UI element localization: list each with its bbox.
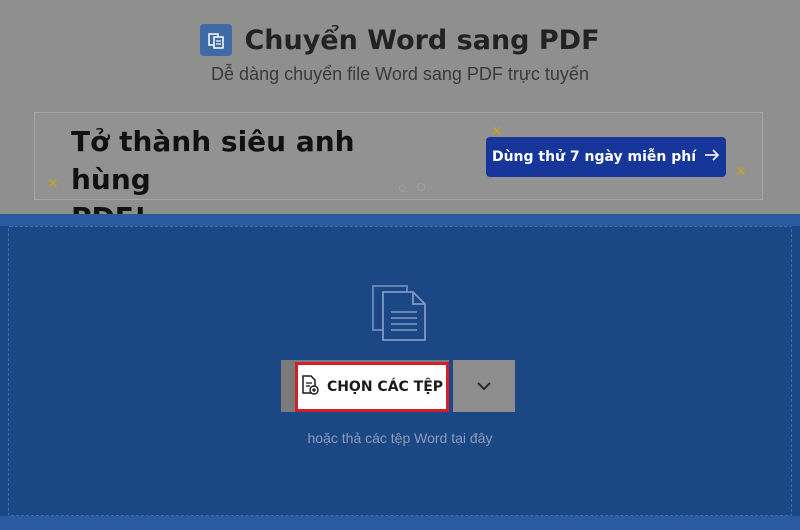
stacked-files-icon: [369, 280, 431, 349]
file-dropzone[interactable]: CHỌN CÁC TỆP hoặc thả các tệp Word tại đ…: [0, 214, 800, 530]
choose-files-label: CHỌN CÁC TỆP: [326, 379, 444, 395]
promo-headline-line1: Tở thành siêu anh hùng: [71, 125, 355, 196]
page-title: Chuyển Word sang PDF: [244, 24, 600, 56]
upload-source-dropdown[interactable]: [453, 360, 515, 412]
title-row: Chuyển Word sang PDF: [0, 24, 800, 56]
dropzone-top-border: [0, 214, 800, 226]
choose-files-highlight[interactable]: CHỌN CÁC TỆP: [295, 362, 449, 412]
drop-hint: hoặc thả các tệp Word tại đây: [307, 430, 493, 446]
document-copy-icon: [200, 24, 233, 56]
page-subtitle: Dễ dàng chuyển file Word sang PDF trực t…: [211, 64, 589, 84]
choose-files-group: CHỌN CÁC TỆP: [281, 360, 515, 412]
dropzone-bottom-border: [0, 516, 800, 530]
carousel-dot[interactable]: [417, 183, 425, 191]
chevron-down-icon: [476, 379, 492, 394]
file-add-icon: [301, 375, 319, 399]
free-trial-label: Dùng thử 7 ngày miễn phí: [491, 149, 697, 165]
promo-banner: Tở thành siêu anh hùng PDF! ✕ ✕ ✕ Dùng t…: [34, 112, 763, 234]
choose-files-button[interactable]: CHỌN CÁC TỆP: [281, 360, 449, 412]
free-trial-button[interactable]: Dùng thử 7 ngày miễn phí: [486, 137, 726, 177]
sparkle-icon: ✕: [47, 175, 59, 191]
arrow-right-icon: [704, 149, 720, 165]
page-header: Chuyển Word sang PDF Dễ dàng chuyển file…: [0, 0, 800, 234]
carousel-dot[interactable]: [399, 185, 406, 192]
sparkle-icon: ✕: [735, 163, 747, 179]
